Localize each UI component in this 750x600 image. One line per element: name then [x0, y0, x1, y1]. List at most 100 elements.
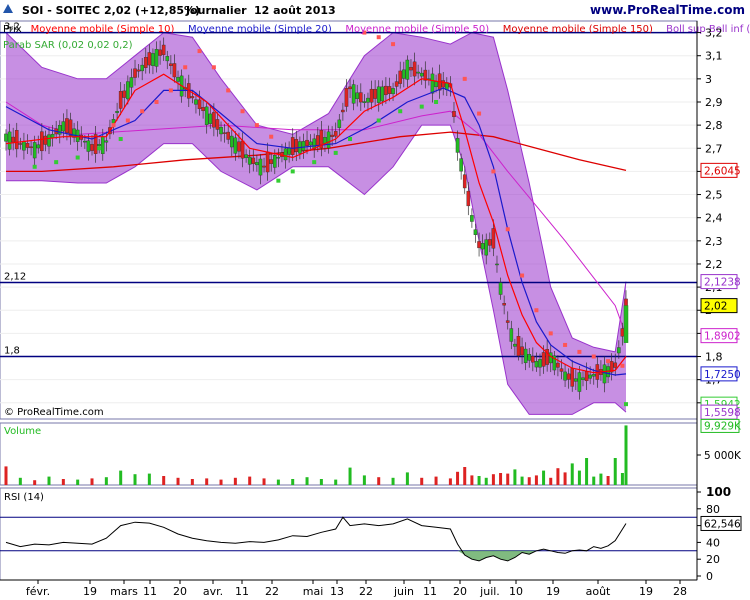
- candle: [412, 61, 417, 77]
- x-axis-label: 19: [546, 585, 560, 598]
- candle: [68, 119, 73, 136]
- candle: [419, 72, 424, 77]
- candle: [348, 86, 352, 90]
- horizontal-line-label: 2,12: [4, 271, 26, 282]
- candle: [204, 106, 209, 125]
- x-axis-label: juin: [393, 585, 414, 598]
- price-tag-label: 1,7250: [704, 369, 741, 381]
- watermark: © ProRealTime.com: [4, 407, 104, 418]
- candle: [341, 109, 345, 113]
- candle: [495, 263, 499, 266]
- candle: [154, 49, 159, 67]
- candle: [226, 131, 230, 140]
- price-axis-label: 2,7: [705, 142, 723, 155]
- volume-bar: [61, 479, 65, 485]
- candle: [65, 118, 69, 134]
- candle: [165, 56, 170, 62]
- sar-dot: [534, 308, 539, 313]
- sar-dot: [226, 88, 231, 93]
- sar-dot-green: [398, 109, 403, 114]
- volume-tag-label: 9,929K: [704, 420, 742, 432]
- sar-dot-green: [290, 169, 295, 174]
- candle: [265, 151, 270, 173]
- candle: [466, 190, 471, 207]
- sar-dot-green: [32, 164, 37, 169]
- candle: [269, 159, 274, 164]
- candle: [455, 138, 460, 153]
- sar-dot: [462, 76, 467, 81]
- candle: [480, 243, 485, 250]
- volume-bar: [477, 476, 481, 485]
- legend-item: Prix: [3, 24, 22, 35]
- candle: [104, 140, 109, 143]
- volume-bar: [90, 478, 94, 485]
- candle: [351, 84, 356, 104]
- candle: [484, 239, 489, 256]
- candle: [215, 119, 220, 130]
- candle: [459, 158, 463, 172]
- candle: [523, 348, 528, 364]
- volume-bar: [570, 463, 574, 485]
- volume-panel[interactable]: [0, 422, 698, 486]
- price-axis-label: 2,5: [705, 189, 723, 202]
- chart-window: SOI - SOITEC 2,02 (+12,85%) Journalier 1…: [0, 0, 750, 600]
- candle: [369, 88, 374, 103]
- candle: [477, 241, 481, 249]
- candle: [229, 135, 234, 148]
- candle: [25, 143, 30, 148]
- candle: [158, 49, 162, 56]
- x-axis-label: 11: [143, 585, 157, 598]
- volume-bar: [470, 475, 474, 485]
- candle: [326, 131, 331, 149]
- sar-dot: [197, 49, 202, 54]
- sar-dot: [154, 99, 159, 104]
- sar-dot: [606, 359, 611, 364]
- candle: [416, 71, 420, 74]
- candle: [129, 77, 134, 88]
- candle: [516, 336, 521, 356]
- rsi-panel[interactable]: [0, 487, 698, 581]
- volume-bar: [33, 480, 37, 485]
- candle: [366, 97, 370, 103]
- candle: [434, 81, 438, 88]
- candle: [240, 140, 245, 159]
- volume-bar: [434, 476, 438, 485]
- candle: [287, 148, 291, 155]
- candle: [276, 157, 281, 159]
- volume-bar: [563, 472, 567, 485]
- x-axis-label: 28: [673, 585, 687, 598]
- candle: [502, 303, 506, 306]
- candle: [531, 356, 535, 363]
- candle: [534, 361, 539, 368]
- volume-bar: [305, 477, 309, 485]
- candle: [355, 92, 360, 99]
- candle: [61, 121, 66, 132]
- candle: [161, 44, 166, 55]
- candle: [18, 143, 23, 145]
- sar-dot-green: [376, 118, 381, 123]
- candle: [301, 141, 306, 151]
- price-tag-label: 1,8902: [704, 331, 741, 343]
- sar-dot: [491, 169, 496, 174]
- candle: [491, 228, 496, 249]
- candle: [376, 86, 381, 103]
- sar-dot: [391, 42, 396, 47]
- sar-dot: [577, 349, 582, 354]
- candle: [308, 141, 313, 146]
- legend-item: Parab SAR (0,02 0,02 0,2): [3, 40, 133, 51]
- candle: [219, 127, 223, 135]
- candle: [283, 148, 288, 161]
- sar-dot-green: [419, 104, 424, 109]
- candle: [143, 57, 148, 68]
- header-ticker: SOI - SOITEC: [22, 4, 100, 17]
- volume-bar: [585, 458, 589, 485]
- candle: [133, 68, 137, 78]
- x-axis-label: mars: [110, 585, 138, 598]
- horizontal-line-label: 1,8: [4, 346, 20, 357]
- candle-last: [623, 305, 629, 343]
- volume-bar: [527, 477, 531, 485]
- volume-bar: [190, 479, 194, 485]
- x-axis-label: 11: [423, 585, 437, 598]
- candle: [272, 155, 277, 168]
- volume-bar: [319, 479, 323, 485]
